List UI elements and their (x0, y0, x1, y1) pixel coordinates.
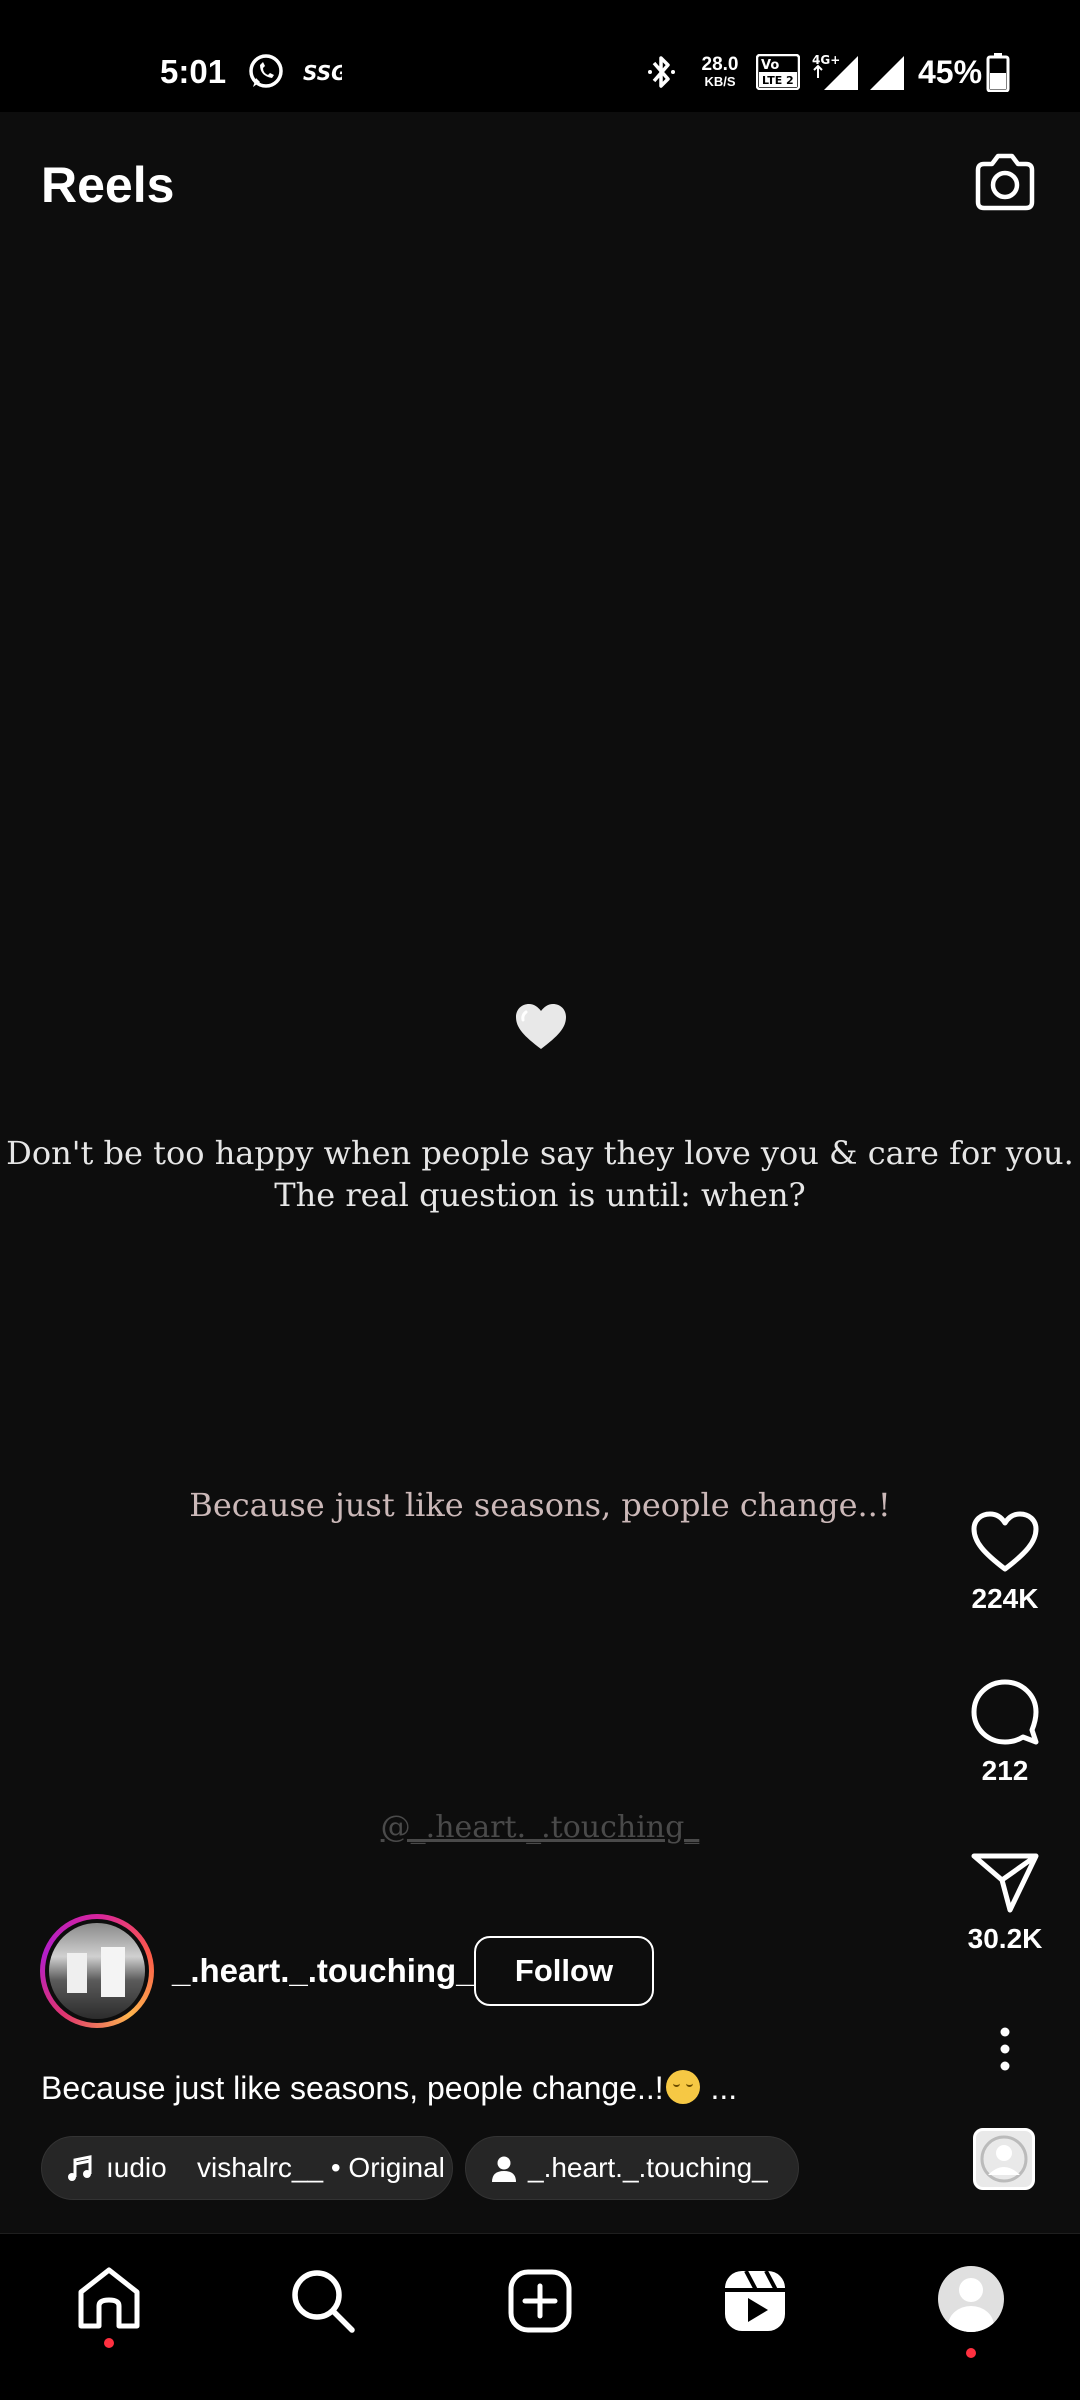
svg-text:Vo: Vo (761, 58, 779, 73)
search-icon[interactable] (288, 2266, 358, 2336)
profile-icon[interactable] (938, 2266, 1004, 2332)
quote-line-1: Don't be too happy when people say they … (6, 1134, 1074, 1172)
battery-percent: 45% (918, 54, 983, 90)
person-icon (492, 2156, 516, 2182)
notification-dot (966, 2348, 976, 2358)
comment-icon[interactable] (970, 1678, 1040, 1746)
relieved-face-emoji-icon (665, 2070, 700, 2104)
avatar-image (49, 1923, 145, 2019)
audio-label: ıudio (106, 2152, 167, 2183)
post-caption[interactable]: Because just like seasons, people change… (41, 2068, 737, 2108)
bluetooth-icon (648, 56, 675, 88)
share-button[interactable]: 30.2K (950, 1850, 1060, 1956)
author-avatar[interactable] (40, 1914, 154, 2028)
audio-chip[interactable]: ıudio vishalrc__ • Original (41, 2136, 453, 2200)
nav-search[interactable] (288, 2266, 358, 2336)
notification-dot (104, 2338, 114, 2348)
battery-icon (986, 53, 1010, 92)
volte-icon: Vo LTE 2 (756, 54, 800, 90)
signal-icon (870, 56, 904, 90)
video-quote: Don't be too happy when people say they … (0, 1132, 1080, 1216)
author-username[interactable]: _.heart._.touching_ (172, 1950, 475, 1992)
ssg-icon: SSG (303, 61, 342, 85)
svg-text:4G+: 4G+ (812, 53, 840, 67)
avatar-border (45, 1919, 149, 2023)
nav-profile[interactable] (938, 2266, 1008, 2358)
svg-text:SSG: SSG (303, 61, 342, 85)
svg-text:LTE 2: LTE 2 (762, 74, 794, 87)
user-silhouette-icon (980, 2135, 1028, 2183)
caption-text: Because just like seasons, people change… (41, 2070, 664, 2106)
network-speed: 28.0 KB/S (692, 54, 748, 90)
heart-icon[interactable] (970, 1510, 1040, 1574)
share-count: 30.2K (967, 1923, 1043, 1954)
more-options-icon[interactable] (990, 2026, 1020, 2072)
status-bar: 5:01 SSG 28.0 KB/S Vo LTE 2 4G+ (0, 0, 1080, 112)
like-count: 224K (971, 1583, 1039, 1614)
video-watermark: @_.heart._.touching_ (380, 1810, 700, 1845)
audio-credit: vishalrc__ • Original (197, 2152, 445, 2183)
network-speed-value: 28.0 (701, 54, 739, 75)
music-note-icon (68, 2155, 92, 2181)
nav-create[interactable] (505, 2266, 575, 2336)
camera-icon[interactable] (972, 150, 1038, 216)
video-quote-secondary: Because just like seasons, people change… (189, 1486, 891, 1524)
status-time: 5:01 (160, 53, 227, 90)
caption-more[interactable]: ... (711, 2070, 738, 2106)
like-button[interactable]: 224K (950, 1510, 1060, 1616)
comment-button[interactable]: 212 (950, 1678, 1060, 1788)
bottom-nav (0, 2233, 1080, 2400)
signal-icon: 4G+ (812, 53, 858, 90)
nav-reels[interactable] (720, 2266, 790, 2336)
quote-line-2: The real question is until: when? (274, 1176, 806, 1214)
white-heart-icon (516, 1004, 566, 1049)
audio-thumbnail[interactable] (973, 2128, 1035, 2190)
comment-count: 212 (981, 1755, 1029, 1786)
tagged-user-name: _.heart._.touching_ (528, 2152, 768, 2183)
page-title: Reels (41, 157, 175, 213)
whatsapp-icon (249, 54, 283, 88)
create-icon[interactable] (505, 2266, 575, 2336)
tagged-user-chip[interactable]: _.heart._.touching_ (465, 2136, 799, 2200)
reels-screen: 5:01 SSG 28.0 KB/S Vo LTE 2 4G+ (0, 0, 1080, 2400)
reels-icon[interactable] (720, 2266, 790, 2336)
follow-button[interactable]: Follow (474, 1936, 654, 2006)
home-icon[interactable] (74, 2266, 144, 2332)
nav-home[interactable] (74, 2266, 144, 2348)
send-icon[interactable] (970, 1850, 1040, 1914)
network-speed-unit: KB/S (704, 74, 736, 89)
